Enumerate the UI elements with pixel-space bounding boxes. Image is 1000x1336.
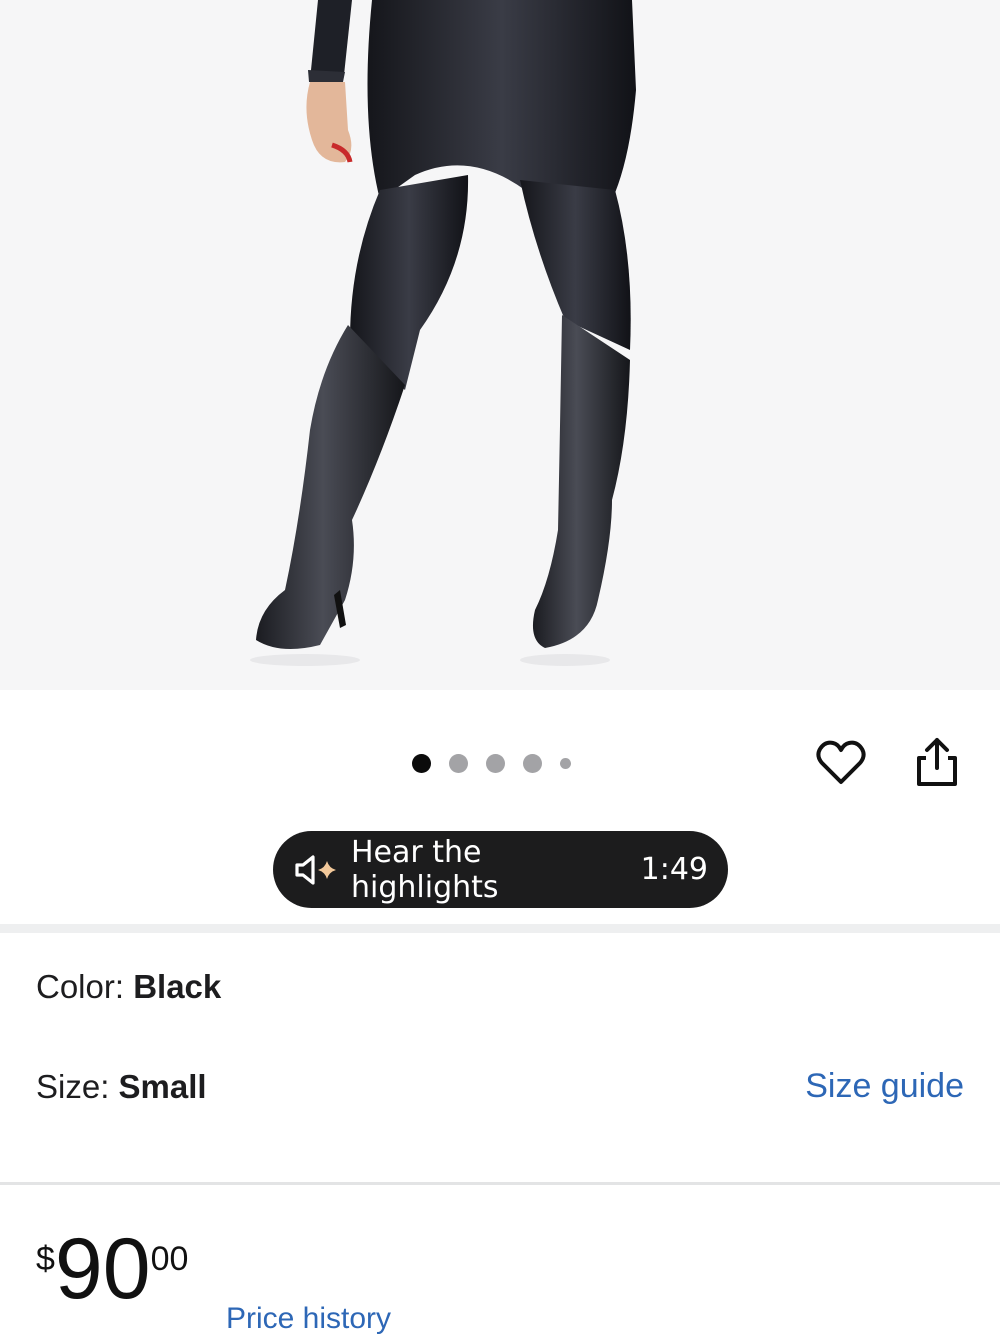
price-currency: $ <box>36 1240 55 1278</box>
color-label: Color: <box>36 968 125 1005</box>
share-button[interactable] <box>912 736 962 790</box>
product-image[interactable] <box>0 0 1000 690</box>
price-history-link[interactable]: Price history <box>226 1302 391 1336</box>
price-cents: 00 <box>150 1240 189 1278</box>
speaker-sparkle-icon <box>293 854 341 886</box>
color-value: Black <box>133 968 222 1005</box>
share-icon <box>917 738 957 786</box>
carousel-dot-active[interactable] <box>412 753 431 773</box>
carousel-dot[interactable] <box>523 753 542 773</box>
carousel-dot[interactable] <box>560 757 571 769</box>
color-selector[interactable]: Color: Black <box>36 968 221 1006</box>
audio-duration: 1:49 <box>640 852 708 887</box>
hear-highlights-button[interactable]: Hear the highlights 1:49 <box>273 831 728 908</box>
heart-outline-icon <box>816 740 866 784</box>
carousel-dot[interactable] <box>449 753 468 773</box>
hear-highlights-label: Hear the highlights <box>351 834 499 905</box>
price-dollars: 90 <box>54 1221 151 1317</box>
section-divider <box>0 924 1000 933</box>
size-value: Small <box>118 1068 207 1105</box>
product-photo-illustration <box>250 0 636 666</box>
carousel-dot[interactable] <box>486 753 505 773</box>
size-selector[interactable]: Size: Small <box>36 1068 207 1106</box>
price: $ 90 00 <box>36 1226 188 1312</box>
carousel-pagination[interactable] <box>412 752 571 774</box>
divider <box>0 1182 1000 1185</box>
size-guide-link[interactable]: Size guide <box>805 1067 964 1106</box>
size-label: Size: <box>36 1068 110 1105</box>
favorite-button[interactable] <box>814 736 868 790</box>
